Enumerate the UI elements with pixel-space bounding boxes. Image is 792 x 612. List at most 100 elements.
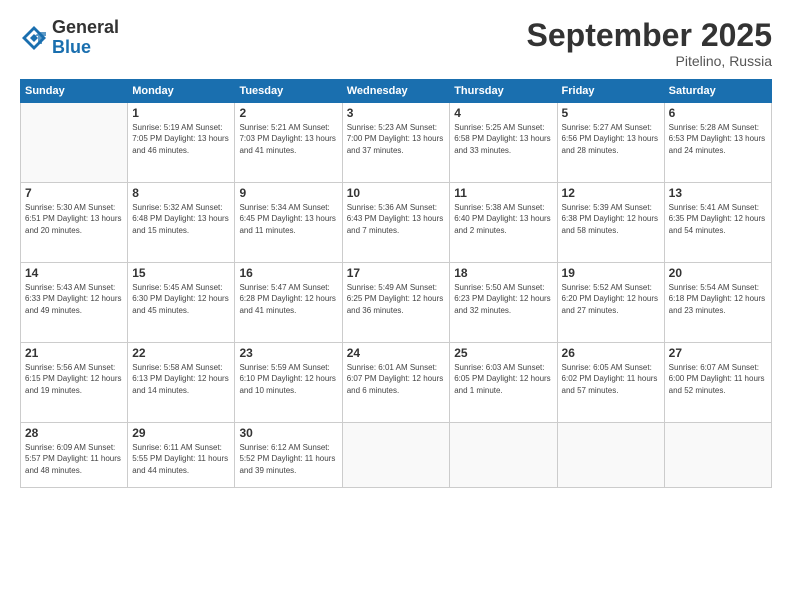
- day-info: Sunrise: 5:27 AM Sunset: 6:56 PM Dayligh…: [562, 122, 660, 156]
- day-number: 2: [239, 106, 337, 120]
- header-tuesday: Tuesday: [235, 80, 342, 103]
- day-info: Sunrise: 5:21 AM Sunset: 7:03 PM Dayligh…: [239, 122, 337, 156]
- table-row: 18 Sunrise: 5:50 AM Sunset: 6:23 PM Dayli…: [450, 263, 557, 343]
- header-monday: Monday: [128, 80, 235, 103]
- day-number: 8: [132, 186, 230, 200]
- table-row: 19 Sunrise: 5:52 AM Sunset: 6:20 PM Dayli…: [557, 263, 664, 343]
- day-info: Sunrise: 5:49 AM Sunset: 6:25 PM Dayligh…: [347, 282, 445, 316]
- header-thursday: Thursday: [450, 80, 557, 103]
- day-number: 10: [347, 186, 445, 200]
- table-row: 27Sunrise: 6:07 AM Sunset: 6:00 PM Dayli…: [664, 343, 771, 423]
- day-number: 22: [132, 346, 230, 360]
- day-number: 29: [132, 426, 230, 440]
- day-info: Sunrise: 5:38 AM Sunset: 6:40 PM Dayligh…: [454, 202, 552, 236]
- day-number: 4: [454, 106, 552, 120]
- logo-blue-text: Blue: [52, 38, 119, 58]
- logo-text: General Blue: [52, 18, 119, 58]
- day-number: 15: [132, 266, 230, 280]
- table-row: 12 Sunrise: 5:39 AM Sunset: 6:38 PM Dayli…: [557, 183, 664, 263]
- day-info: Sunrise: 5:23 AM Sunset: 7:00 PM Dayligh…: [347, 122, 445, 156]
- table-row: [21, 103, 128, 183]
- day-number: 26: [562, 346, 660, 360]
- day-info: Sunrise: 5:30 AM Sunset: 6:51 PM Dayligh…: [25, 202, 123, 236]
- table-row: 3 Sunrise: 5:23 AM Sunset: 7:00 PM Daylig…: [342, 103, 449, 183]
- day-number: 16: [239, 266, 337, 280]
- day-number: 19: [562, 266, 660, 280]
- day-number: 11: [454, 186, 552, 200]
- logo-general-text: General: [52, 18, 119, 38]
- table-row: 16Sunrise: 5:47 AM Sunset: 6:28 PM Dayli…: [235, 263, 342, 343]
- table-row: 23 Sunrise: 5:59 AM Sunset: 6:10 PM Dayli…: [235, 343, 342, 423]
- header: General Blue September 2025 Pitelino, Ru…: [20, 18, 772, 69]
- day-number: 3: [347, 106, 445, 120]
- month-title: September 2025: [527, 18, 772, 53]
- header-sunday: Sunday: [21, 80, 128, 103]
- table-row: 21 Sunrise: 5:56 AM Sunset: 6:15 PM Dayli…: [21, 343, 128, 423]
- table-row: 13Sunrise: 5:41 AM Sunset: 6:35 PM Dayli…: [664, 183, 771, 263]
- header-friday: Friday: [557, 80, 664, 103]
- table-row: [664, 423, 771, 488]
- calendar-table: Sunday Monday Tuesday Wednesday Thursday…: [20, 79, 772, 488]
- logo-icon: [20, 24, 48, 52]
- table-row: 17 Sunrise: 5:49 AM Sunset: 6:25 PM Dayli…: [342, 263, 449, 343]
- table-row: [342, 423, 449, 488]
- day-number: 25: [454, 346, 552, 360]
- day-info: Sunrise: 5:50 AM Sunset: 6:23 PM Dayligh…: [454, 282, 552, 316]
- day-info: Sunrise: 5:39 AM Sunset: 6:38 PM Dayligh…: [562, 202, 660, 236]
- header-saturday: Saturday: [664, 80, 771, 103]
- day-number: 28: [25, 426, 123, 440]
- day-number: 21: [25, 346, 123, 360]
- day-info: Sunrise: 5:43 AM Sunset: 6:33 PM Dayligh…: [25, 282, 123, 316]
- day-info: Sunrise: 6:05 AM Sunset: 6:02 PM Dayligh…: [562, 362, 660, 396]
- table-row: 25 Sunrise: 6:03 AM Sunset: 6:05 PM Dayli…: [450, 343, 557, 423]
- table-row: 11 Sunrise: 5:38 AM Sunset: 6:40 PM Dayli…: [450, 183, 557, 263]
- day-info: Sunrise: 5:59 AM Sunset: 6:10 PM Dayligh…: [239, 362, 337, 396]
- table-row: 24 Sunrise: 6:01 AM Sunset: 6:07 PM Dayli…: [342, 343, 449, 423]
- table-row: 30 Sunrise: 6:12 AM Sunset: 5:52 PM Dayli…: [235, 423, 342, 488]
- table-row: 7 Sunrise: 5:30 AM Sunset: 6:51 PM Daylig…: [21, 183, 128, 263]
- day-number: 6: [669, 106, 767, 120]
- table-row: 20Sunrise: 5:54 AM Sunset: 6:18 PM Dayli…: [664, 263, 771, 343]
- day-info: Sunrise: 5:58 AM Sunset: 6:13 PM Dayligh…: [132, 362, 230, 396]
- day-info: Sunrise: 5:34 AM Sunset: 6:45 PM Dayligh…: [239, 202, 337, 236]
- day-number: 18: [454, 266, 552, 280]
- day-number: 1: [132, 106, 230, 120]
- table-row: 28Sunrise: 6:09 AM Sunset: 5:57 PM Dayli…: [21, 423, 128, 488]
- table-row: 15Sunrise: 5:45 AM Sunset: 6:30 PM Dayli…: [128, 263, 235, 343]
- table-row: 22 Sunrise: 5:58 AM Sunset: 6:13 PM Dayli…: [128, 343, 235, 423]
- day-number: 30: [239, 426, 337, 440]
- table-row: 2 Sunrise: 5:21 AM Sunset: 7:03 PM Daylig…: [235, 103, 342, 183]
- table-row: 4Sunrise: 5:25 AM Sunset: 6:58 PM Daylig…: [450, 103, 557, 183]
- day-number: 12: [562, 186, 660, 200]
- day-number: 7: [25, 186, 123, 200]
- day-number: 23: [239, 346, 337, 360]
- table-row: [450, 423, 557, 488]
- day-number: 13: [669, 186, 767, 200]
- day-number: 24: [347, 346, 445, 360]
- table-row: 1 Sunrise: 5:19 AM Sunset: 7:05 PM Daylig…: [128, 103, 235, 183]
- table-row: 8 Sunrise: 5:32 AM Sunset: 6:48 PM Daylig…: [128, 183, 235, 263]
- table-row: 26 Sunrise: 6:05 AM Sunset: 6:02 PM Dayli…: [557, 343, 664, 423]
- day-info: Sunrise: 5:36 AM Sunset: 6:43 PM Dayligh…: [347, 202, 445, 236]
- day-number: 17: [347, 266, 445, 280]
- day-info: Sunrise: 5:56 AM Sunset: 6:15 PM Dayligh…: [25, 362, 123, 396]
- day-info: Sunrise: 5:32 AM Sunset: 6:48 PM Dayligh…: [132, 202, 230, 236]
- table-row: 29 Sunrise: 6:11 AM Sunset: 5:55 PM Dayli…: [128, 423, 235, 488]
- table-row: 10 Sunrise: 5:36 AM Sunset: 6:43 PM Dayli…: [342, 183, 449, 263]
- day-number: 20: [669, 266, 767, 280]
- header-wednesday: Wednesday: [342, 80, 449, 103]
- day-info: Sunrise: 6:01 AM Sunset: 6:07 PM Dayligh…: [347, 362, 445, 396]
- table-row: 5Sunrise: 5:27 AM Sunset: 6:56 PM Daylig…: [557, 103, 664, 183]
- day-number: 14: [25, 266, 123, 280]
- day-info: Sunrise: 6:11 AM Sunset: 5:55 PM Dayligh…: [132, 442, 230, 476]
- day-info: Sunrise: 6:07 AM Sunset: 6:00 PM Dayligh…: [669, 362, 767, 396]
- day-info: Sunrise: 5:52 AM Sunset: 6:20 PM Dayligh…: [562, 282, 660, 316]
- title-block: September 2025 Pitelino, Russia: [527, 18, 772, 69]
- table-row: 9Sunrise: 5:34 AM Sunset: 6:45 PM Daylig…: [235, 183, 342, 263]
- day-info: Sunrise: 5:19 AM Sunset: 7:05 PM Dayligh…: [132, 122, 230, 156]
- day-info: Sunrise: 6:12 AM Sunset: 5:52 PM Dayligh…: [239, 442, 337, 476]
- calendar-header-row: Sunday Monday Tuesday Wednesday Thursday…: [21, 80, 772, 103]
- table-row: 14 Sunrise: 5:43 AM Sunset: 6:33 PM Dayli…: [21, 263, 128, 343]
- day-info: Sunrise: 6:03 AM Sunset: 6:05 PM Dayligh…: [454, 362, 552, 396]
- logo: General Blue: [20, 18, 119, 58]
